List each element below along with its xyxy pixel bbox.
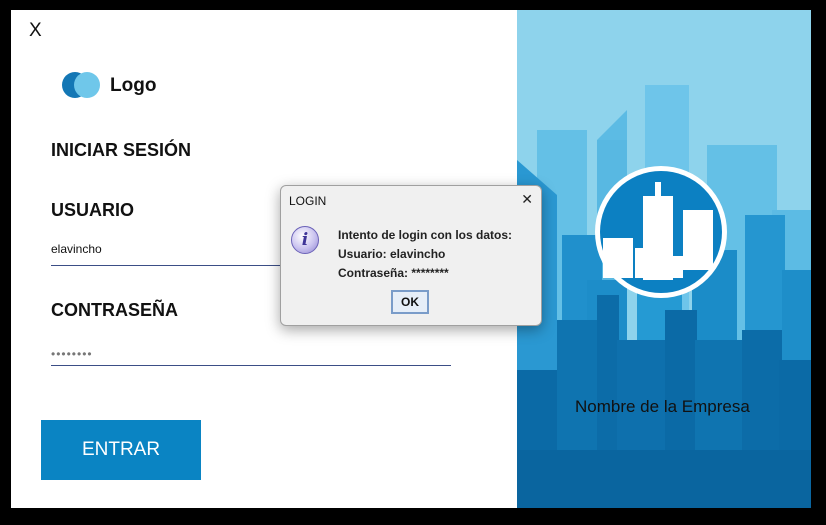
submit-button[interactable]: ENTRAR [41,420,201,480]
dialog-message-line: Intento de login con los datos: [338,228,512,242]
dialog-message-user: Usuario: elavincho [338,247,446,261]
brand-panel: Nombre de la Empresa [517,10,811,508]
ok-button[interactable]: OK [391,290,429,314]
user-label: USUARIO [51,200,135,220]
dialog-title: LOGIN [289,194,327,208]
login-dialog: LOGIN ✕ i Intento de login con los datos… [280,185,542,326]
info-icon: i [291,226,319,254]
password-label: CONTRASEÑA [51,300,179,320]
dialog-close-icon[interactable]: ✕ [521,191,533,208]
logo-icon [62,72,102,98]
company-name: Nombre de la Empresa [575,397,750,416]
logo-text: Logo [110,75,157,96]
close-window-button[interactable]: X [29,20,42,42]
dialog-message-password: Contraseña: ******** [338,266,449,280]
login-title: INICIAR SESIÓN [51,140,192,160]
password-input[interactable] [51,336,451,366]
city-skyline-illustration [517,10,811,508]
